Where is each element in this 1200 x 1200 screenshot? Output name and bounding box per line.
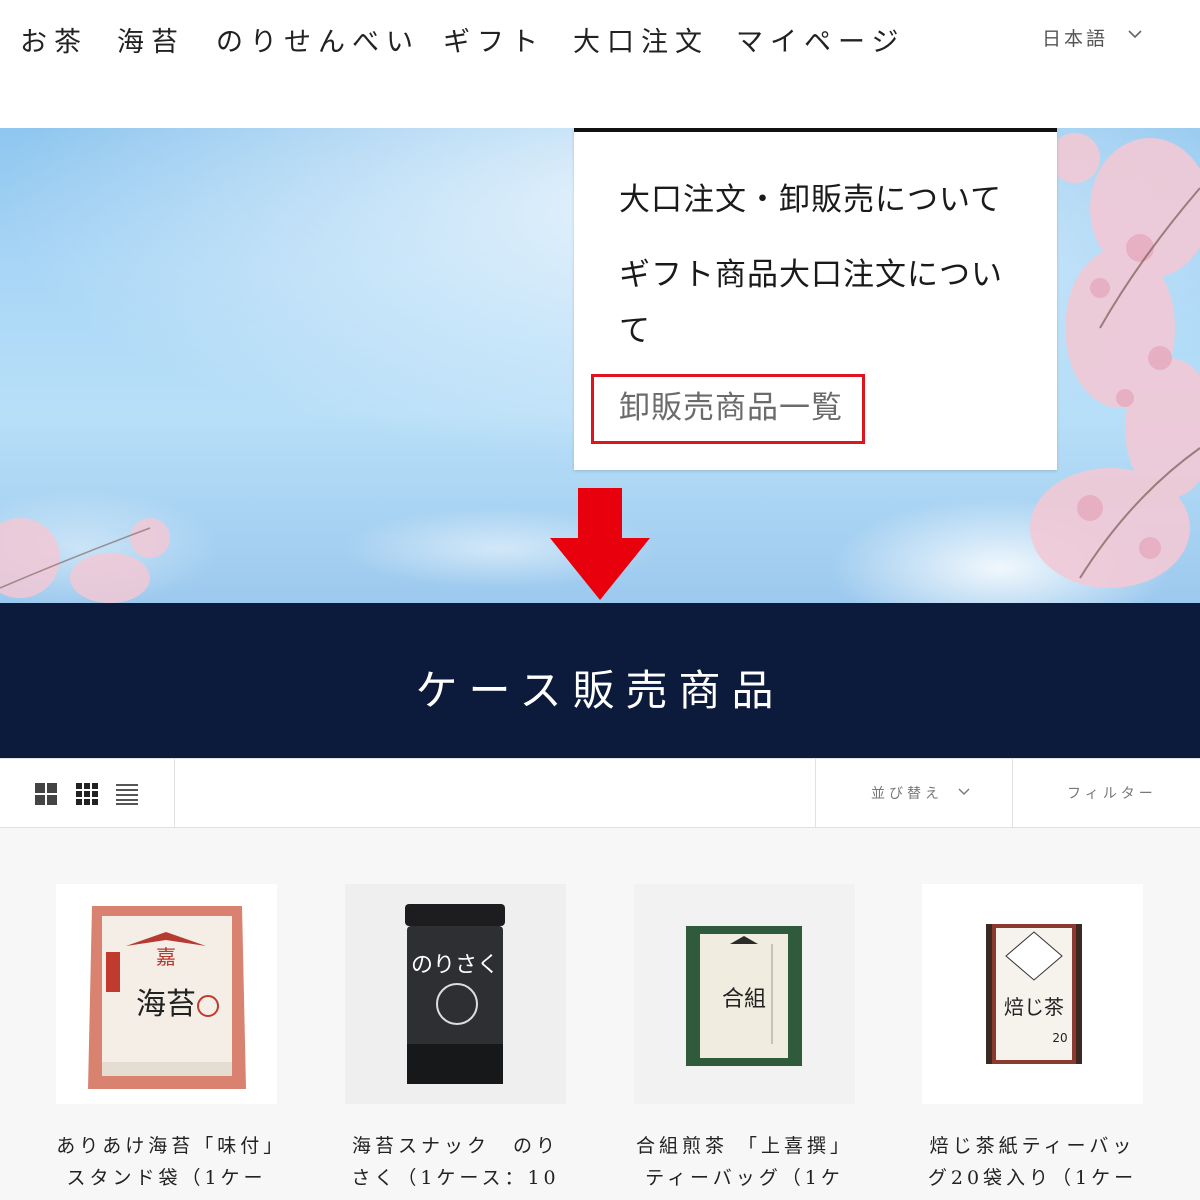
svg-text:焙じ茶: 焙じ茶 <box>1004 995 1064 1019</box>
sort-label: 並び替え <box>871 786 943 802</box>
svg-text:嘉: 嘉 <box>156 945 176 969</box>
product-title[interactable]: 焙じ茶紙ティーバッグ20袋入り（1ケース： <box>922 1130 1143 1200</box>
nori-pouch-icon: 嘉 海苔 <box>88 906 246 1089</box>
nav-item-nori-senbei[interactable]: のりせんべい <box>216 20 420 59</box>
menu-item-gift-bulk-order-info[interactable]: ギフト商品大口注文について <box>619 247 1019 359</box>
snack-jar-icon: のりさく <box>405 904 505 1084</box>
tea-box-icon: 焙じ茶 20 <box>986 924 1082 1064</box>
nav-item-tea[interactable]: お茶 <box>20 20 88 59</box>
product-image-houjicha[interactable]: 焙じ茶 20 <box>922 884 1143 1104</box>
hero-image: 大口注文・卸販売について ギフト商品大口注文について 卸販売商品一覧 <box>0 128 1200 603</box>
top-navigation: お茶 海苔 のりせんべい ギフト 大口注文 マイページ 日本語 <box>0 0 1200 128</box>
sort-button[interactable]: 並び替え <box>871 783 971 803</box>
nav-item-bulk-order[interactable]: 大口注文 <box>573 20 709 59</box>
nav-item-mypage[interactable]: マイページ <box>736 20 905 59</box>
product-grid: 嘉 海苔 ありあけ海苔「味付」スタンド袋（1ケー のりさく 海苔スナック のりさ… <box>0 828 1200 1200</box>
toolbar-divider <box>174 759 175 828</box>
product-title[interactable]: ありあけ海苔「味付」スタンド袋（1ケー <box>56 1130 277 1194</box>
nav-item-nori[interactable]: 海苔 <box>117 20 185 59</box>
down-arrow-icon <box>550 488 650 600</box>
list-icon[interactable] <box>115 782 139 806</box>
product-card[interactable]: 嘉 海苔 ありあけ海苔「味付」スタンド袋（1ケー <box>56 884 277 1194</box>
product-title[interactable]: 合組煎茶 「上喜撰」ティーバッグ（1ケー <box>634 1130 855 1200</box>
nav-item-gift[interactable]: ギフト <box>443 20 545 59</box>
svg-text:海苔: 海苔 <box>136 987 196 1022</box>
filter-button[interactable]: フィルター <box>1067 783 1157 803</box>
grid-small-icon[interactable] <box>75 782 99 806</box>
product-card[interactable]: のりさく 海苔スナック のりさく（1ケース：10点） <box>345 884 566 1200</box>
chevron-down-icon <box>958 788 970 795</box>
language-label: 日本語 <box>1042 28 1109 50</box>
collection-banner: ケース販売商品 <box>0 603 1200 758</box>
toolbar-divider <box>1012 759 1013 828</box>
product-title[interactable]: 海苔スナック のりさく（1ケース：10点） <box>345 1130 566 1200</box>
collection-toolbar: 並び替え フィルター <box>0 758 1200 828</box>
highlight-annotation-box <box>591 374 865 444</box>
toolbar-divider <box>815 759 816 828</box>
tea-packet-icon: 合組 <box>686 926 802 1066</box>
svg-text:のりさく: のりさく <box>411 953 499 978</box>
product-image-norisaku[interactable]: のりさく <box>345 884 566 1104</box>
bulk-order-dropdown-menu: 大口注文・卸販売について ギフト商品大口注文について 卸販売商品一覧 <box>574 128 1057 470</box>
collection-title: ケース販売商品 <box>415 666 785 715</box>
product-card[interactable]: 焙じ茶 20 焙じ茶紙ティーバッグ20袋入り（1ケース： <box>922 884 1143 1200</box>
menu-item-bulk-wholesale-info[interactable]: 大口注文・卸販売について <box>619 172 1002 228</box>
grid-large-icon[interactable] <box>34 782 58 806</box>
chevron-down-icon <box>1128 30 1142 39</box>
product-image-ariake-nori[interactable]: 嘉 海苔 <box>56 884 277 1104</box>
language-selector[interactable]: 日本語 <box>1042 24 1142 51</box>
product-card[interactable]: 合組 合組煎茶 「上喜撰」ティーバッグ（1ケー <box>634 884 855 1200</box>
svg-text:合組: 合組 <box>722 987 766 1012</box>
product-image-aigumi-sencha[interactable]: 合組 <box>634 884 855 1104</box>
svg-text:20: 20 <box>1052 1031 1067 1045</box>
